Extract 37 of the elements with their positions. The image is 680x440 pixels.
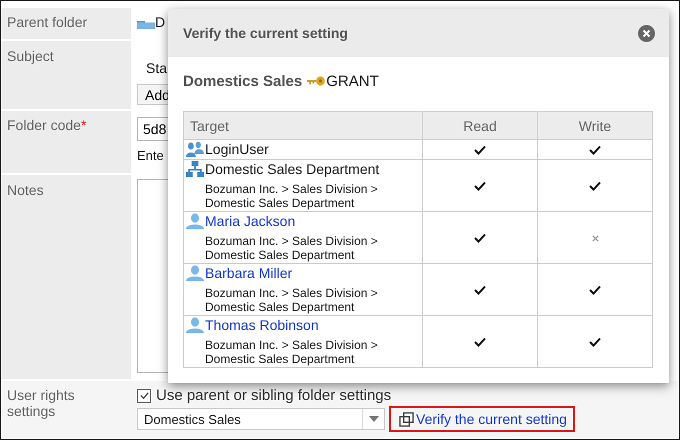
field-label: Subject: [1, 41, 131, 109]
copy-icon: [399, 412, 414, 426]
caret-icon: [368, 416, 378, 422]
key-icon: [307, 76, 326, 86]
folder-name: D: [155, 14, 166, 30]
target-name: LoginUser: [205, 141, 269, 157]
org-path: Bozuman Inc. > Sales Division > Domestic Sales Department: [205, 286, 379, 314]
field-label: Notes: [1, 175, 131, 379]
required-mark: *: [80, 117, 86, 133]
org-path: Bozuman Inc. > Sales Division > Domestic Sales Department: [205, 182, 379, 210]
users-icon: [186, 141, 204, 157]
user-link[interactable]: Barbara Miller: [205, 265, 292, 281]
checkbox-label: Use parent or sibling folder settings: [156, 387, 392, 404]
user-link[interactable]: Thomas Robinson: [205, 317, 319, 333]
dialog-title: Verify the current setting: [183, 25, 348, 41]
field-label: Folder code*: [1, 111, 131, 173]
hint-text: Ente: [137, 148, 164, 163]
subject-text: Sta: [146, 60, 168, 76]
person-icon: [186, 317, 204, 333]
user-link[interactable]: Maria Jackson: [205, 213, 296, 229]
close-button[interactable]: [638, 24, 655, 42]
field-label: User rights settings: [1, 381, 131, 439]
field-label: Parent folder: [1, 8, 131, 39]
column-header: Write: [538, 112, 652, 140]
person-icon: [186, 265, 204, 281]
verify-link[interactable]: Verify the current setting: [389, 406, 575, 432]
person-icon: [186, 213, 204, 229]
org-path: Bozuman Inc. > Sales Division > Domestic Sales Department: [205, 338, 379, 366]
target-name: Domestic Sales Department: [205, 161, 380, 177]
org-path: Bozuman Inc. > Sales Division > Domestic Sales Department: [205, 234, 379, 262]
access-label: GRANT: [326, 72, 379, 90]
rights-dropdown[interactable]: Domestics Sales: [137, 408, 385, 430]
column-header: Read: [422, 112, 538, 140]
checkbox[interactable]: [137, 388, 151, 402]
column-header: Target: [184, 112, 422, 140]
hierarchy-icon: [186, 161, 204, 177]
settings-name: Domestics Sales: [183, 72, 302, 90]
